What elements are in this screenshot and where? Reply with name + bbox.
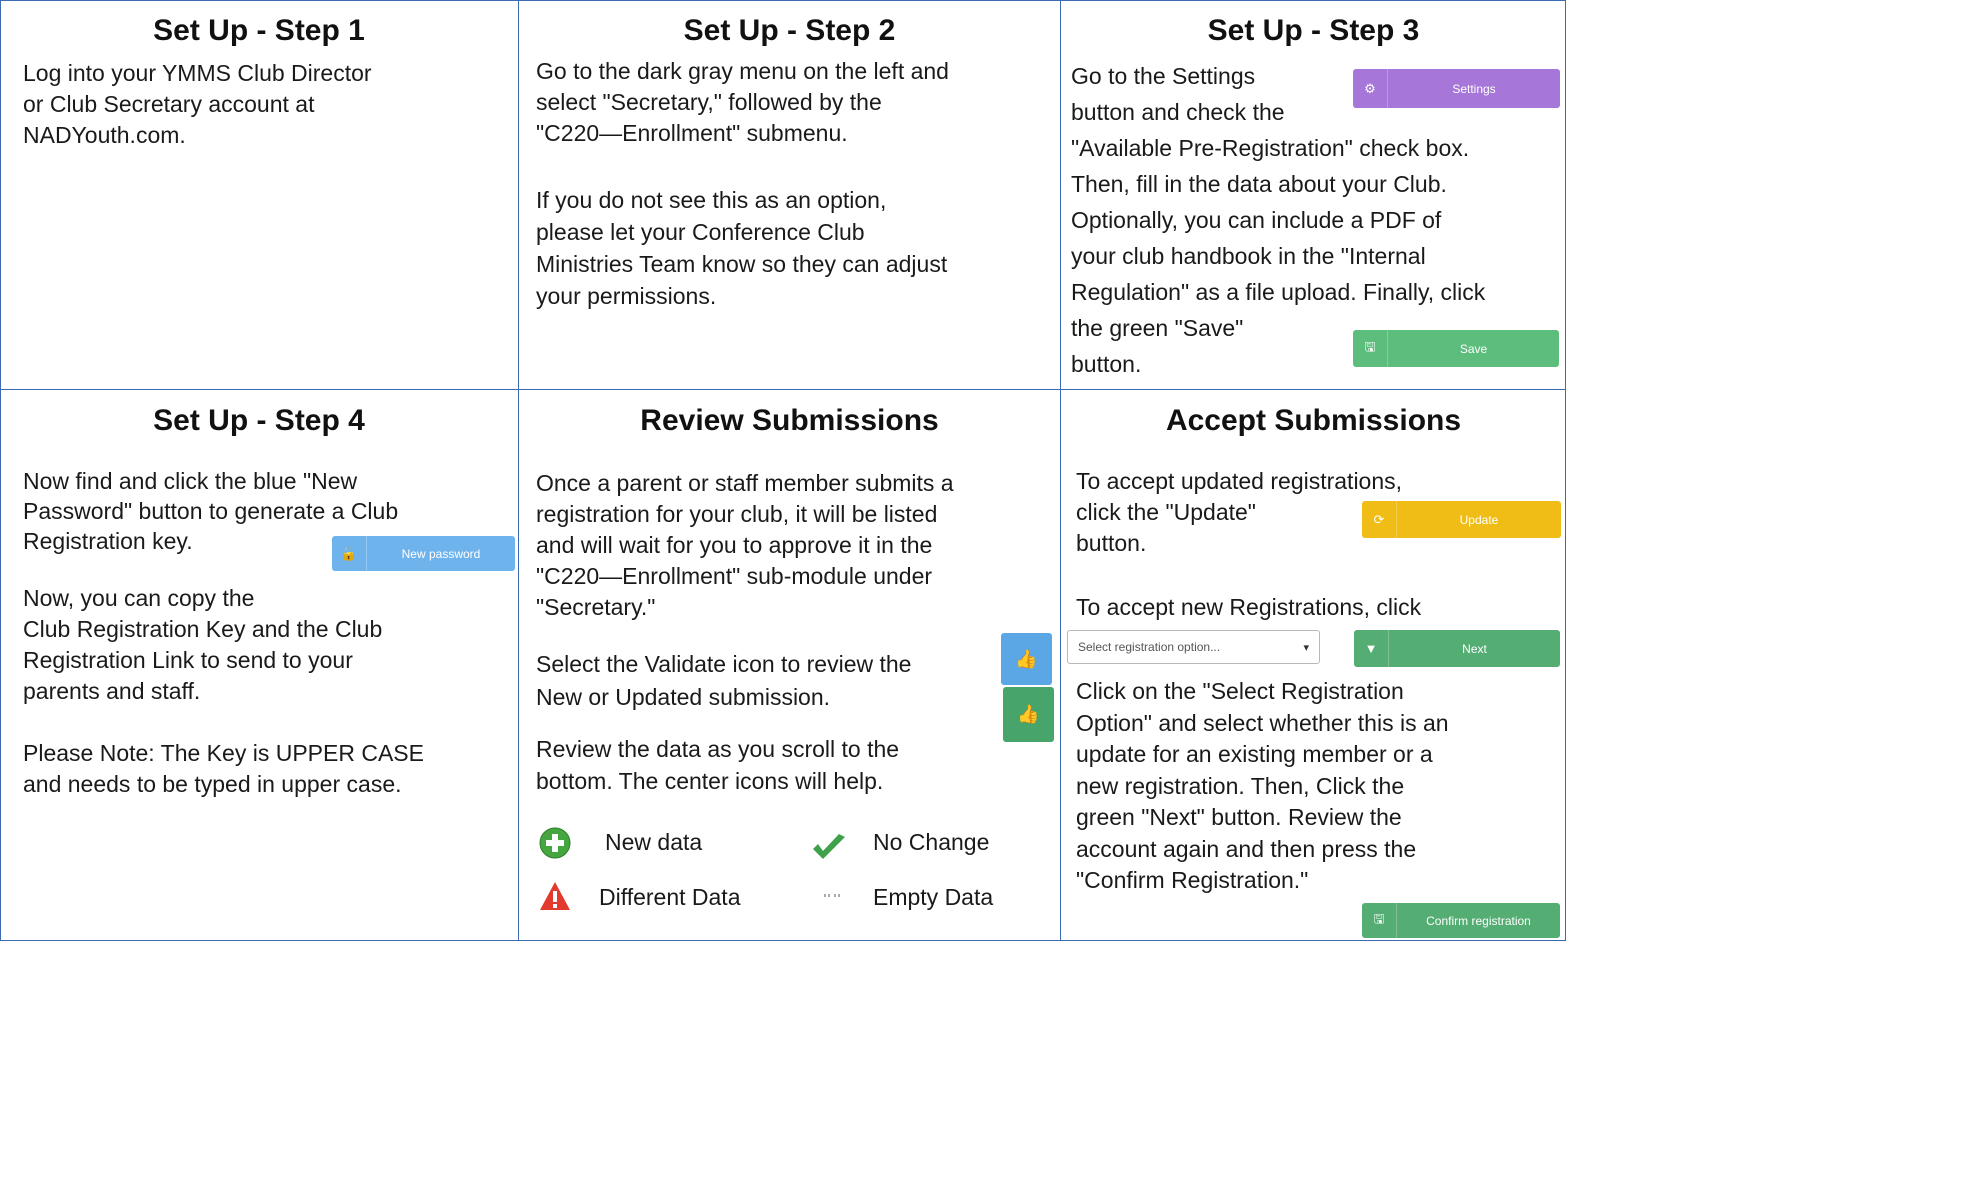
- update-button[interactable]: ⟳ Update: [1362, 501, 1561, 538]
- text-line: Option" and select whether this is an: [1076, 709, 1449, 736]
- text-line: and needs to be typed in upper case.: [23, 771, 402, 797]
- save-button-label: Save: [1459, 341, 1488, 356]
- text-line: Log into your YMMS Club Director: [23, 60, 372, 86]
- review-title: Review Submissions: [640, 404, 939, 437]
- text-line: Registration Link to send to your: [23, 647, 353, 673]
- text-line: Optionally, you can include a PDF of: [1071, 207, 1442, 233]
- text-line: "Available Pre-Registration" check box.: [1071, 135, 1470, 161]
- legend-different-data: Different Data: [599, 884, 741, 910]
- text-line: bottom. The center icons will help.: [536, 768, 884, 794]
- legend-empty-data: Empty Data: [873, 884, 994, 910]
- settings-button[interactable]: ⚙ Settings: [1353, 69, 1560, 108]
- text-line: Now find and click the blue "New: [23, 468, 358, 494]
- review-text-3: Review the data as you scroll to the bot…: [536, 733, 899, 797]
- text-line: green "Next" button. Review the: [1076, 804, 1402, 830]
- step2-text-1: Go to the dark gray menu on the left and…: [536, 56, 949, 149]
- accept-text-1: To accept updated registrations, click t…: [1076, 466, 1402, 559]
- text-line: Club Registration Key and the Club: [23, 616, 383, 642]
- text-line: click the "Update": [1076, 499, 1256, 525]
- registration-option-select[interactable]: Select registration option... ▾: [1067, 630, 1320, 664]
- step3-panel: Set Up - Step 3 Go to the Settings butto…: [1061, 0, 1566, 389]
- text-line: If you do not see this as an option,: [536, 187, 887, 213]
- text-line: or Club Secretary account at: [23, 91, 315, 117]
- settings-button-label: Settings: [1452, 81, 1496, 96]
- select-placeholder: Select registration option...: [1078, 640, 1221, 654]
- text-line: New or Updated submission.: [536, 684, 831, 710]
- step2-title: Set Up - Step 2: [683, 14, 896, 47]
- text-line: Regulation" as a file upload. Finally, c…: [1071, 279, 1486, 305]
- empty-quotes-icon: [824, 894, 840, 897]
- confirm-registration-button-label: Confirm registration: [1426, 913, 1531, 928]
- text-line: your club handbook in the "Internal: [1071, 243, 1426, 269]
- filter-icon: ▼: [1354, 630, 1389, 667]
- step4-panel: Set Up - Step 4 Now find and click the b…: [0, 390, 518, 941]
- checkmark-icon: [813, 834, 845, 859]
- new-password-button-label: New password: [401, 546, 481, 561]
- legend-no-change: No Change: [873, 829, 990, 855]
- legend-new-data: New data: [605, 829, 703, 855]
- text-line: Once a parent or staff member submits a: [536, 470, 954, 496]
- text-line: Ministries Team know so they can adjust: [536, 251, 948, 277]
- validate-blue-button[interactable]: 👍: [1001, 633, 1052, 685]
- accept-text-3: Click on the "Select Registration Option…: [1076, 676, 1449, 897]
- text-line: "Secretary.": [536, 594, 656, 620]
- step1-text: Log into your YMMS Club Director or Club…: [23, 58, 372, 151]
- text-line: "C220—Enrollment" submenu.: [536, 120, 848, 146]
- text-line: account again and then press the: [1076, 835, 1417, 862]
- cogs-icon: ⚙: [1353, 69, 1388, 108]
- text-line: your permissions.: [536, 283, 717, 309]
- step1-panel: Set Up - Step 1 Log into your YMMS Club …: [0, 0, 518, 389]
- accept-title: Accept Submissions: [1165, 404, 1462, 437]
- text-line: To accept updated registrations,: [1076, 468, 1403, 494]
- step4-text-2: Now, you can copy the Club Registration …: [23, 583, 382, 707]
- next-button[interactable]: ▼ Next: [1354, 630, 1560, 667]
- confirm-registration-button[interactable]: 🖫 Confirm registration: [1362, 903, 1560, 938]
- text-line: please let your Conference Club: [536, 219, 865, 245]
- text-line: Go to the dark gray menu on the left and: [536, 58, 949, 84]
- lock-icon: 🔓: [332, 536, 367, 571]
- text-line: update for an existing member or a: [1076, 741, 1433, 767]
- floppy-disk-icon: 🖫: [1353, 330, 1388, 367]
- thumbs-up-icon: 👍: [1015, 648, 1038, 669]
- text-line: Review the data as you scroll to the: [536, 736, 900, 762]
- text-line: Password" button to generate a Club: [23, 498, 399, 524]
- step3-title: Set Up - Step 3: [1207, 14, 1420, 47]
- text-line: Now, you can copy the: [23, 585, 255, 611]
- new-password-button[interactable]: 🔓 New password: [332, 536, 515, 571]
- update-button-label: Update: [1459, 512, 1499, 527]
- plus-circle-icon: [539, 827, 571, 859]
- next-button-label: Next: [1462, 641, 1487, 656]
- text-line: Then, fill in the data about your Club.: [1071, 171, 1447, 197]
- step2-panel: Set Up - Step 2 Go to the dark gray menu…: [519, 0, 1060, 389]
- text-line: new registration. Then, Click the: [1076, 772, 1405, 799]
- warning-icon: [540, 882, 570, 910]
- text-line: select "Secretary," followed by the: [536, 89, 882, 115]
- text-line: "Confirm Registration.": [1076, 867, 1309, 893]
- text-line: Click on the "Select Registration: [1076, 678, 1404, 704]
- review-text-1: Once a parent or staff member submits a …: [536, 468, 954, 623]
- text-line: Please Note: The Key is UPPER CASE: [23, 740, 424, 766]
- step1-title: Set Up - Step 1: [153, 14, 365, 47]
- step4-text-3: Please Note: The Key is UPPER CASE and n…: [23, 738, 424, 800]
- review-panel: Review Submissions Once a parent or staf…: [519, 390, 1060, 941]
- review-text-2: Select the Validate icon to review the N…: [536, 648, 911, 714]
- text-line: registration for your club, it will be l…: [536, 501, 938, 527]
- chevron-down-icon: ▾: [1303, 641, 1309, 654]
- accept-panel: Accept Submissions To accept updated reg…: [1061, 390, 1566, 941]
- step2-text-2: If you do not see this as an option, ple…: [536, 184, 947, 312]
- text-line: and will wait for you to approve it in t…: [536, 532, 933, 558]
- text-line: Select the Validate icon to review the: [536, 651, 912, 677]
- save-button[interactable]: 🖫 Save: [1353, 330, 1559, 367]
- accept-text-2: To accept new Registrations, click: [1076, 594, 1422, 620]
- text-line: parents and staff.: [23, 678, 201, 704]
- text-line: button.: [1076, 530, 1147, 556]
- floppy-disk-icon: 🖫: [1362, 903, 1397, 938]
- text-line: "C220—Enrollment" sub-module under: [536, 563, 933, 589]
- validate-green-button[interactable]: 👍: [1003, 687, 1054, 742]
- thumbs-up-icon: 👍: [1017, 704, 1040, 724]
- refresh-icon: ⟳: [1362, 501, 1397, 538]
- text-line: NADYouth.com.: [23, 122, 186, 148]
- step4-title: Set Up - Step 4: [153, 404, 365, 437]
